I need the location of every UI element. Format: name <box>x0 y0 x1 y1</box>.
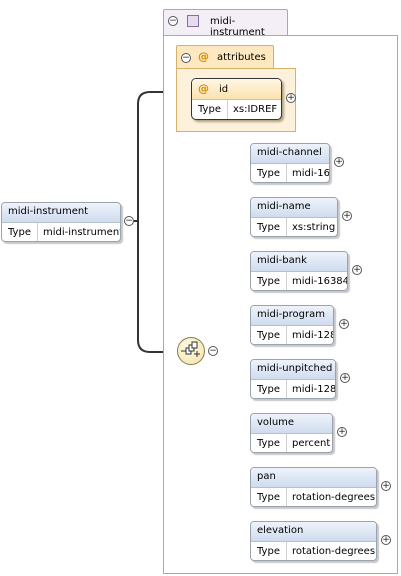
complex-type-collapse-toggle[interactable]: − <box>168 16 178 26</box>
attributes-label: attributes <box>217 52 266 63</box>
element-type-value: rotation-degrees <box>291 492 376 503</box>
element-type-value: midi-16 <box>291 168 330 179</box>
attribute-expand-toggle[interactable]: + <box>286 93 296 103</box>
element-type-label: Type <box>251 488 287 506</box>
attribute-name: id <box>219 84 229 95</box>
complex-type-header: − midi-instrument <box>163 9 288 38</box>
sequence-collapse-toggle[interactable]: − <box>208 346 218 356</box>
element-type-value: percent <box>291 438 331 449</box>
element-name: midi-program <box>251 306 333 326</box>
element-volume[interactable]: volume Type percent <box>250 413 333 453</box>
element-type-value: midi-128 <box>291 330 334 341</box>
element-type-label: Type <box>251 218 287 236</box>
element-type-label: Type <box>251 326 287 344</box>
element-name: pan <box>251 468 376 488</box>
midi-name-expand-toggle[interactable]: + <box>342 211 352 221</box>
root-type-label: Type <box>2 223 38 241</box>
element-midi-unpitched[interactable]: midi-unpitched Type midi-128 <box>250 359 336 399</box>
element-type-value: rotation-degrees <box>291 546 376 557</box>
element-type-label: Type <box>251 164 287 182</box>
element-type-label: Type <box>251 542 287 560</box>
element-midi-channel[interactable]: midi-channel Type midi-16 <box>250 143 330 183</box>
element-midi-program[interactable]: midi-program Type midi-128 <box>250 305 334 345</box>
element-type-label: Type <box>251 380 287 398</box>
element-name: midi-unpitched <box>251 360 335 380</box>
pan-expand-toggle[interactable]: + <box>381 481 391 491</box>
element-midi-bank[interactable]: midi-bank Type midi-16384 <box>250 251 348 291</box>
midi-bank-expand-toggle[interactable]: + <box>352 265 362 275</box>
root-element-name: midi-instrument <box>2 203 120 223</box>
element-name: midi-name <box>251 198 337 218</box>
attribute-type-label: Type <box>192 100 228 119</box>
attribute-at-icon: @ <box>198 82 209 95</box>
element-type-value: midi-128 <box>291 384 336 395</box>
attributes-collapse-toggle[interactable]: − <box>181 53 191 63</box>
volume-expand-toggle[interactable]: + <box>337 427 347 437</box>
midi-program-expand-toggle[interactable]: + <box>339 319 349 329</box>
element-elevation[interactable]: elevation Type rotation-degrees <box>250 521 377 561</box>
element-midi-name[interactable]: midi-name Type xs:string <box>250 197 338 237</box>
attributes-at-icon: @ <box>198 50 209 63</box>
attributes-header: − @ attributes <box>176 45 274 69</box>
elevation-expand-toggle[interactable]: + <box>381 535 391 545</box>
root-element-box[interactable]: midi-instrument Type midi-instrument <box>1 202 121 242</box>
element-type-value: midi-16384 <box>291 276 348 287</box>
element-type-value: xs:string <box>291 222 336 233</box>
attribute-id-box[interactable]: @ id Type xs:IDREF <box>191 78 282 120</box>
complex-type-icon <box>187 15 199 27</box>
element-pan[interactable]: pan Type rotation-degrees <box>250 467 377 507</box>
sequence-compositor-icon[interactable] <box>177 337 205 365</box>
midi-unpitched-expand-toggle[interactable]: + <box>340 373 350 383</box>
midi-channel-expand-toggle[interactable]: + <box>334 157 344 167</box>
element-name: midi-bank <box>251 252 347 272</box>
attribute-type-value: xs:IDREF <box>232 104 278 115</box>
element-name: elevation <box>251 522 376 542</box>
element-name: volume <box>251 414 332 434</box>
element-type-label: Type <box>251 434 287 452</box>
root-collapse-toggle[interactable]: − <box>124 216 134 226</box>
root-type-value: midi-instrument <box>42 227 121 238</box>
element-name: midi-channel <box>251 144 329 164</box>
element-type-label: Type <box>251 272 287 290</box>
